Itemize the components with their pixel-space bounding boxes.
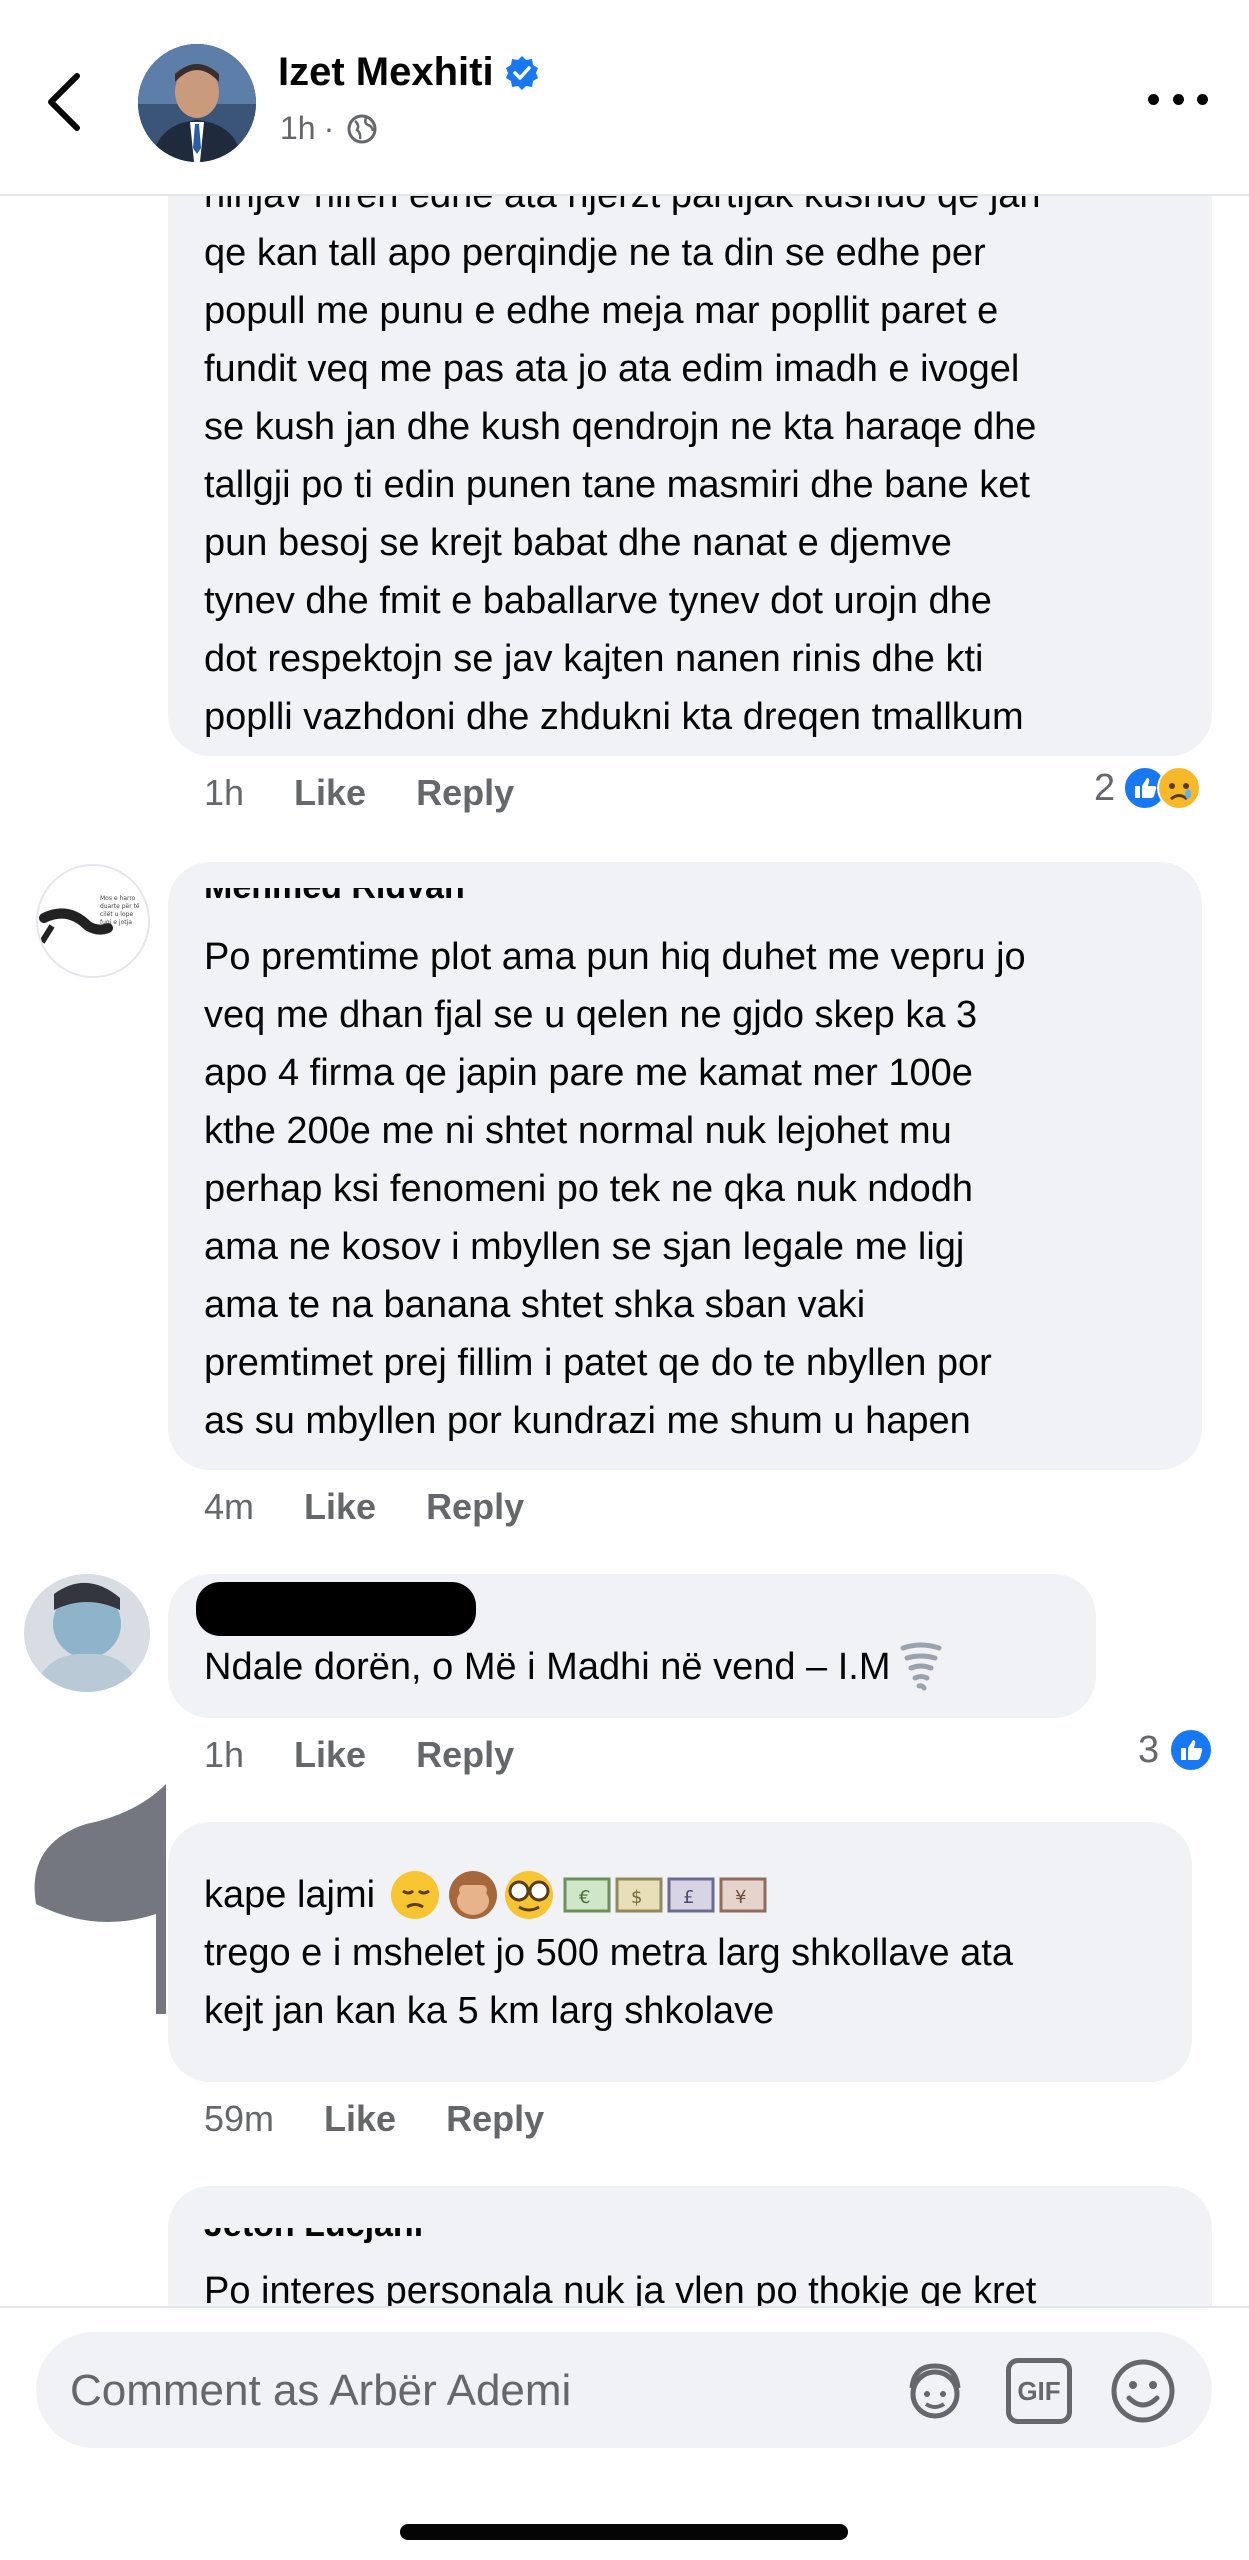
svg-text:£: £ (683, 1887, 694, 1908)
svg-text:€: € (579, 1887, 590, 1908)
reply-button[interactable]: Reply (416, 1734, 514, 1776)
svg-text:cilët u lope: cilët u lope (100, 911, 133, 918)
meta-separator: · (323, 110, 335, 146)
comment-author[interactable]: Jeton Lucjani (204, 2228, 423, 2245)
dot-icon (1148, 93, 1159, 105)
comment-bubble[interactable]: kape lajmi € $ £ ¥ trego e i mshelet jo … (168, 1822, 1192, 2082)
dot-icon (1197, 93, 1208, 105)
back-button[interactable] (40, 62, 90, 142)
comment-actions: 1h Like Reply (204, 1734, 514, 1776)
comment-actions: 4m Like Reply (204, 1486, 524, 1528)
comment-text: trego e i mshelet jo 500 metra larg shko… (204, 1932, 1013, 2032)
emoji-icon[interactable] (1110, 2358, 1176, 2424)
comment-bubble[interactable]: Ndale dorën, o Më i Madhi në vend – I.M (168, 1574, 1096, 1718)
svg-text:duarte për të: duarte për të (100, 903, 140, 910)
post-meta: 1h · (280, 110, 378, 147)
reply-button[interactable]: Reply (446, 2098, 544, 2140)
globe-icon (347, 114, 377, 143)
dot-icon (1172, 93, 1184, 105)
emoji-sequence-icon: € $ £ ¥ (391, 1871, 767, 1919)
comment-time[interactable]: 1h (204, 772, 244, 814)
svg-text:$: $ (631, 1887, 642, 1908)
sad-reaction-icon (1157, 766, 1202, 810)
comment-bubble[interactable]: Mehmed Ridvan Po premtime plot ama pun h… (168, 862, 1202, 1470)
more-options-button[interactable] (1148, 84, 1208, 114)
reaction-number: 3 (1138, 1728, 1160, 1771)
verified-badge-icon (505, 55, 538, 90)
like-button[interactable]: Like (304, 1486, 376, 1528)
comment-placeholder[interactable]: Comment as Arbër Ademi (70, 2366, 571, 2416)
comment-text-line1: kape lajmi € $ £ ¥ (204, 1866, 769, 1924)
comment-composer-bar: Comment as Arbër Ademi GIF (0, 2306, 1249, 2560)
comment-text: Ndale dorën, o Më i Madhi në vend – I.M (204, 1638, 943, 1696)
reaction-count[interactable]: 2 (1094, 766, 1202, 810)
like-button[interactable]: Like (324, 2098, 396, 2140)
gif-button[interactable]: GIF (1006, 2358, 1072, 2424)
comment-text: hinjav hiren edhe ata njerzt partijak ku… (204, 174, 1041, 738)
svg-text:fuqi e jotja: fuqi e jotja (100, 919, 132, 926)
commenter-avatar[interactable]: Mos e harro duarte për të cilët u lope f… (36, 864, 150, 978)
svg-text:¥: ¥ (735, 1887, 746, 1908)
comment-author[interactable]: Mehmed Ridvan (204, 888, 465, 907)
comment-actions: 1h Like Reply (204, 772, 514, 814)
reaction-number: 2 (1094, 766, 1116, 809)
reply-button[interactable]: Reply (416, 772, 514, 814)
comment-text-content: kape lajmi (204, 1874, 376, 1916)
author-redaction (196, 1582, 476, 1636)
post-time[interactable]: 1h (280, 110, 316, 147)
commenter-avatar[interactable] (26, 1784, 166, 2014)
reply-button[interactable]: Reply (426, 1486, 524, 1528)
comment-text-content: Ndale dorën, o Më i Madhi në vend – I.M (204, 1646, 891, 1688)
home-indicator[interactable] (400, 2524, 848, 2540)
like-button[interactable]: Like (294, 1734, 366, 1776)
comment-input[interactable]: Comment as Arbër Ademi GIF (36, 2332, 1212, 2448)
comment-text: Po premtime plot ama pun hiq duhet me ve… (204, 936, 1026, 1442)
svg-text:Mos e harro: Mos e harro (100, 895, 136, 902)
reaction-count[interactable]: 3 (1138, 1728, 1214, 1772)
comment-time[interactable]: 59m (204, 2098, 274, 2140)
comment-time[interactable]: 1h (204, 1734, 244, 1776)
comment-actions: 59m Like Reply (204, 2098, 544, 2140)
like-button[interactable]: Like (294, 772, 366, 814)
chevron-left-icon (48, 73, 80, 131)
author-avatar[interactable] (138, 44, 256, 162)
gif-label: GIF (1017, 2375, 1061, 2406)
author-name[interactable]: Izet Mexhiti (278, 50, 540, 95)
post-header: Izet Mexhiti 1h · (0, 0, 1249, 196)
like-reaction-icon (1169, 1728, 1214, 1772)
commenter-avatar[interactable] (24, 1574, 150, 1692)
comment-time[interactable]: 4m (204, 1486, 254, 1528)
comment-bubble[interactable]: hinjav hiren edhe ata njerzt partijak ku… (168, 150, 1212, 756)
tornado-emoji-icon (900, 1642, 941, 1691)
avatar-sticker-icon[interactable] (902, 2358, 968, 2424)
